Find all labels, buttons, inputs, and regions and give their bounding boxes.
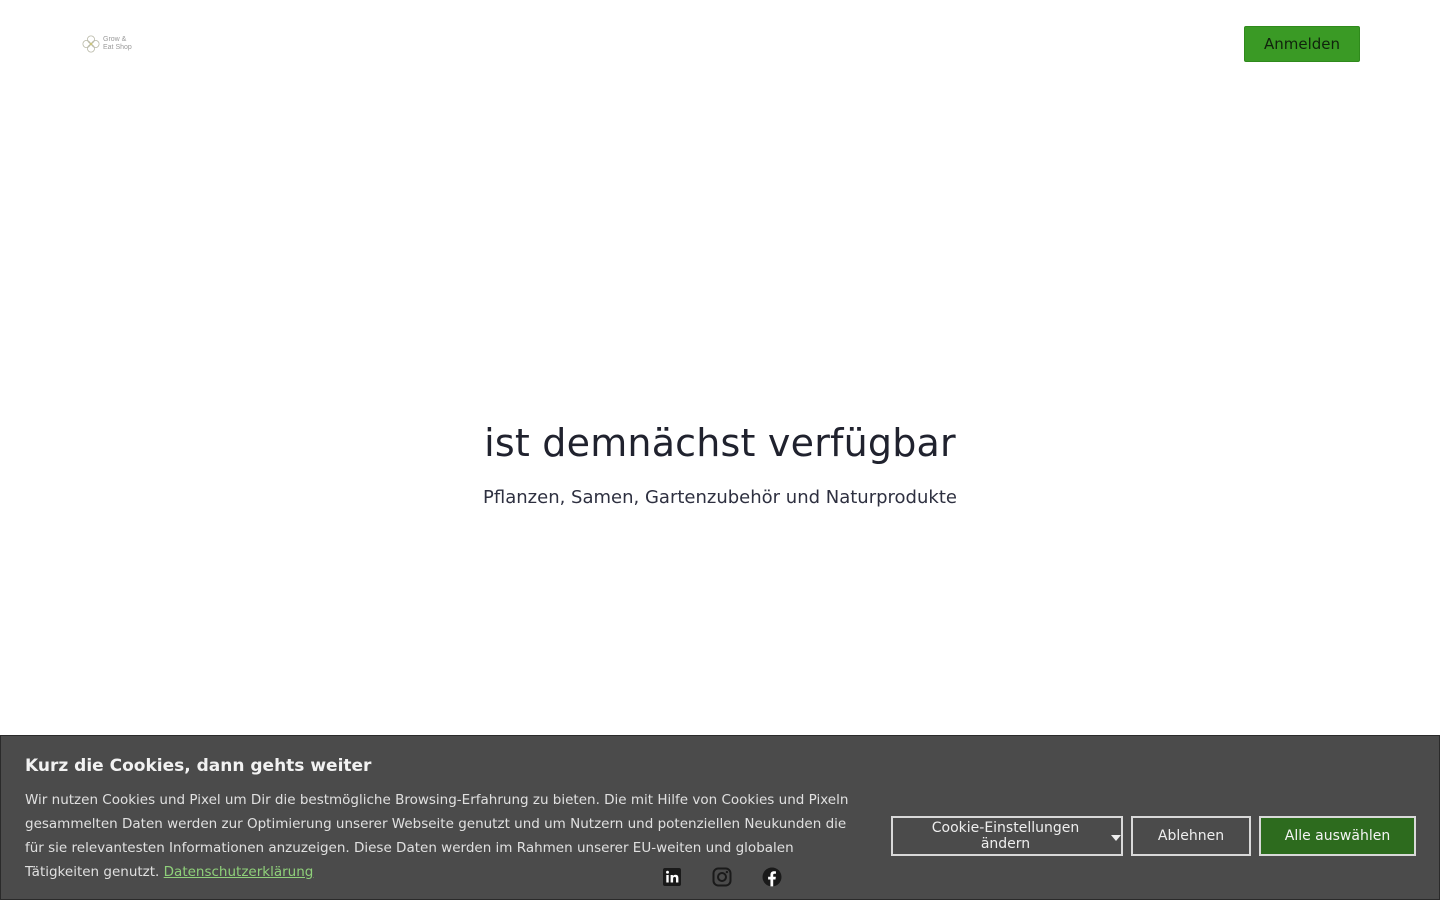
- logo-line-1: Grow &: [103, 36, 127, 43]
- logo-line-2: Eat Shop: [103, 44, 132, 51]
- facebook-icon: [762, 867, 782, 887]
- social-links: [660, 865, 784, 889]
- accept-all-cookies-button[interactable]: Alle auswählen: [1259, 816, 1416, 856]
- privacy-policy-link[interactable]: Datenschutzerklärung: [164, 864, 314, 880]
- shop-logo[interactable]: Grow & Eat Shop: [80, 31, 140, 57]
- facebook-link[interactable]: [760, 865, 784, 889]
- linkedin-icon: [663, 868, 681, 886]
- caret-down-icon: [1111, 834, 1121, 841]
- linkedin-link[interactable]: [660, 865, 684, 889]
- logo-wordmark: Grow & Eat Shop: [103, 36, 132, 52]
- decline-cookies-button[interactable]: Ablehnen: [1131, 816, 1251, 856]
- cookie-settings-button[interactable]: Cookie-Einstellungen ändern: [891, 816, 1123, 856]
- instagram-icon: [712, 867, 732, 887]
- login-button[interactable]: Anmelden: [1244, 26, 1360, 62]
- page-subtitle: Pflanzen, Samen, Gartenzubehör und Natur…: [483, 487, 957, 508]
- flower-logo-icon: [82, 35, 100, 53]
- page-title: ist demnächst verfügbar: [484, 421, 956, 465]
- hero-section: ist demnächst verfügbar Pflanzen, Samen,…: [0, 415, 1440, 511]
- site-header: Grow & Eat Shop Anmelden: [0, 0, 1440, 88]
- instagram-link[interactable]: [710, 865, 734, 889]
- cookie-settings-label: Cookie-Einstellungen ändern: [931, 820, 1080, 852]
- cookie-banner-title: Kurz die Cookies, dann gehts weiter: [25, 756, 372, 776]
